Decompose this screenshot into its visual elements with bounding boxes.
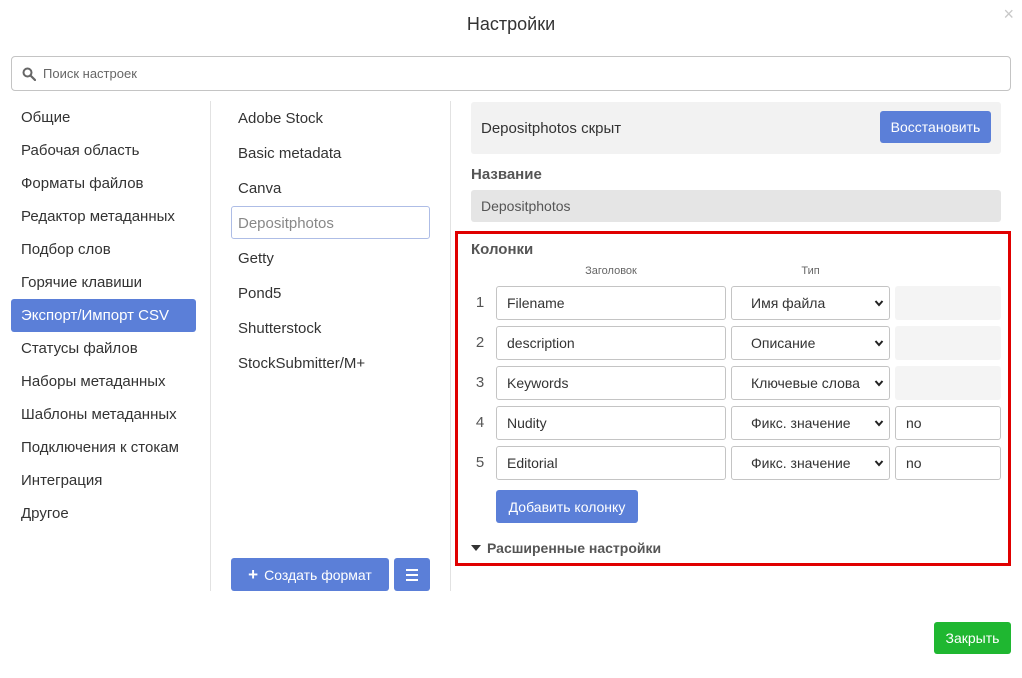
chevron-down-icon xyxy=(874,460,884,467)
column-type-value: Описание xyxy=(751,335,816,351)
column-header-input[interactable]: description xyxy=(496,326,726,360)
restore-button[interactable]: Восстановить xyxy=(880,111,991,143)
divider xyxy=(210,101,211,591)
sidebar-item-metadata-templates[interactable]: Шаблоны метаданных xyxy=(11,398,196,431)
hamburger-menu-icon xyxy=(406,568,418,571)
sidebar-item-integration[interactable]: Интеграция xyxy=(11,464,196,497)
advanced-settings-label: Расширенные настройки xyxy=(487,540,662,556)
row-number: 2 xyxy=(475,334,485,351)
row-number: 1 xyxy=(475,294,485,311)
column-type-label: Тип xyxy=(801,265,820,277)
dialog-title: Настройки xyxy=(466,14,556,34)
sidebar-item-file-formats[interactable]: Форматы файлов xyxy=(11,167,196,200)
sidebar-item-hotkeys[interactable]: Горячие клавиши xyxy=(11,266,196,299)
sidebar-item-stock-connections[interactable]: Подключения к стокам xyxy=(11,431,196,464)
column-row: 5 Editorial Фикс. значение no xyxy=(471,446,1001,480)
add-column-button[interactable]: Добавить колонку xyxy=(496,490,638,523)
format-item-getty[interactable]: Getty xyxy=(231,241,430,274)
column-value-field xyxy=(895,366,1001,400)
sidebar-item-other[interactable]: Другое xyxy=(11,497,196,530)
column-row: 3 Keywords Ключевые слова xyxy=(471,366,1001,400)
chevron-down-icon xyxy=(874,420,884,427)
row-number: 5 xyxy=(475,454,485,471)
sidebar-item-word-suggestions[interactable]: Подбор слов xyxy=(11,233,196,266)
column-type-select[interactable]: Имя файла xyxy=(731,286,890,320)
create-format-label: Создать формат xyxy=(264,566,372,583)
format-item-adobe-stock[interactable]: Adobe Stock xyxy=(231,101,430,134)
create-format-button[interactable]: + Создать формат xyxy=(231,558,389,591)
format-item-basic-metadata[interactable]: Basic metadata xyxy=(231,136,430,169)
hidden-format-banner: Depositphotos скрыт Восстановить xyxy=(471,102,1001,154)
column-row: 1 Filename Имя файла xyxy=(471,286,1001,320)
column-type-select[interactable]: Описание xyxy=(731,326,890,360)
column-value-field xyxy=(895,326,1001,360)
row-number: 4 xyxy=(475,414,485,431)
chevron-down-icon xyxy=(874,300,884,307)
sidebar-item-metadata-editor[interactable]: Редактор метаданных xyxy=(11,200,196,233)
name-label: Название xyxy=(471,166,542,183)
format-item-shutterstock[interactable]: Shutterstock xyxy=(231,311,430,344)
sidebar-item-workspace[interactable]: Рабочая область xyxy=(11,134,196,167)
column-type-value: Ключевые слова xyxy=(751,375,860,391)
column-row: 4 Nudity Фикс. значение no xyxy=(471,406,1001,440)
column-header-input[interactable]: Keywords xyxy=(496,366,726,400)
sidebar-item-metadata-sets[interactable]: Наборы метаданных xyxy=(11,365,196,398)
column-value-input[interactable]: no xyxy=(895,406,1001,440)
column-type-select[interactable]: Фикс. значение xyxy=(731,406,890,440)
advanced-settings-toggle[interactable]: Расширенные настройки xyxy=(471,540,661,556)
column-header-input[interactable]: Nudity xyxy=(496,406,726,440)
column-type-select[interactable]: Ключевые слова xyxy=(731,366,890,400)
column-value-input[interactable]: no xyxy=(895,446,1001,480)
chevron-down-icon xyxy=(874,340,884,347)
close-button[interactable]: Закрыть xyxy=(934,622,1011,654)
column-header-label: Заголовок xyxy=(585,265,637,277)
caret-down-icon xyxy=(471,545,481,551)
format-item-stocksubmitter[interactable]: StockSubmitter/M+ xyxy=(231,346,430,379)
chevron-down-icon xyxy=(874,380,884,387)
format-item-canva[interactable]: Canva xyxy=(231,171,430,204)
sidebar-item-csv-export-import[interactable]: Экспорт/Импорт CSV xyxy=(11,299,196,332)
row-number: 3 xyxy=(475,374,485,391)
search-input[interactable] xyxy=(43,66,943,81)
column-type-value: Фикс. значение xyxy=(751,415,851,431)
banner-text: Depositphotos скрыт xyxy=(481,119,622,137)
column-type-value: Имя файла xyxy=(751,295,826,311)
column-type-select[interactable]: Фикс. значение xyxy=(731,446,890,480)
format-item-pond5[interactable]: Pond5 xyxy=(231,276,430,309)
format-item-depositphotos[interactable]: Depositphotos xyxy=(231,206,430,239)
column-header-input[interactable]: Filename xyxy=(496,286,726,320)
format-menu-button[interactable] xyxy=(394,558,430,591)
settings-sidebar: Общие Рабочая область Форматы файлов Ред… xyxy=(11,101,196,530)
plus-icon: + xyxy=(248,564,259,584)
search-icon xyxy=(22,67,36,81)
column-type-value: Фикс. значение xyxy=(751,455,851,471)
sidebar-item-general[interactable]: Общие xyxy=(11,101,196,134)
columns-title: Колонки xyxy=(471,241,534,258)
column-header-input[interactable]: Editorial xyxy=(496,446,726,480)
sidebar-item-file-statuses[interactable]: Статусы файлов xyxy=(11,332,196,365)
search-bar xyxy=(11,56,1011,91)
name-field: Depositphotos xyxy=(471,190,1001,222)
close-icon[interactable]: × xyxy=(1003,5,1014,23)
column-value-field xyxy=(895,286,1001,320)
column-row: 2 description Описание xyxy=(471,326,1001,360)
divider xyxy=(450,101,451,591)
format-list: Adobe Stock Basic metadata Canva Deposit… xyxy=(231,101,430,381)
